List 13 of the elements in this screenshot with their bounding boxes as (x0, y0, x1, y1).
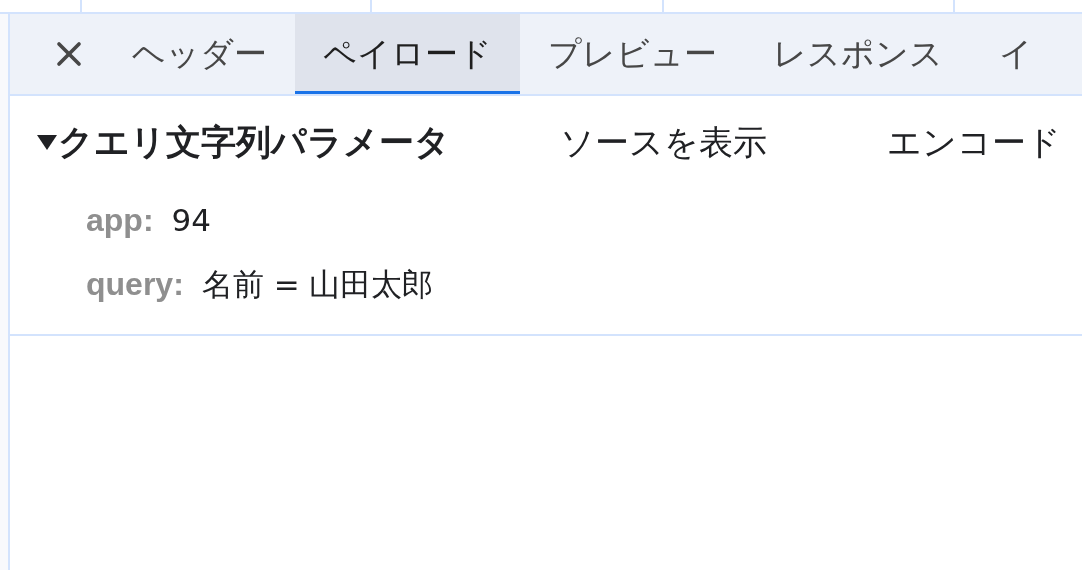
tab[interactable]: プレビュー (520, 14, 745, 94)
param-key: app: (86, 196, 154, 244)
section-toggle[interactable]: クエリ文字列パラメータ (36, 115, 450, 169)
tab[interactable]: ヘッダー (104, 14, 295, 94)
tab[interactable]: ペイロード (295, 14, 520, 94)
link-button[interactable]: エンコード (887, 116, 1061, 168)
param-key: query: (86, 260, 184, 308)
triangle-icon (36, 133, 58, 151)
tab[interactable]: レスポンス (745, 14, 971, 94)
tab[interactable]: イ (971, 14, 1061, 94)
param-value: 名前 = 山田太郎 (201, 264, 434, 304)
param-value: 94 (171, 200, 211, 240)
link-button[interactable]: ソースを表示 (560, 116, 767, 168)
